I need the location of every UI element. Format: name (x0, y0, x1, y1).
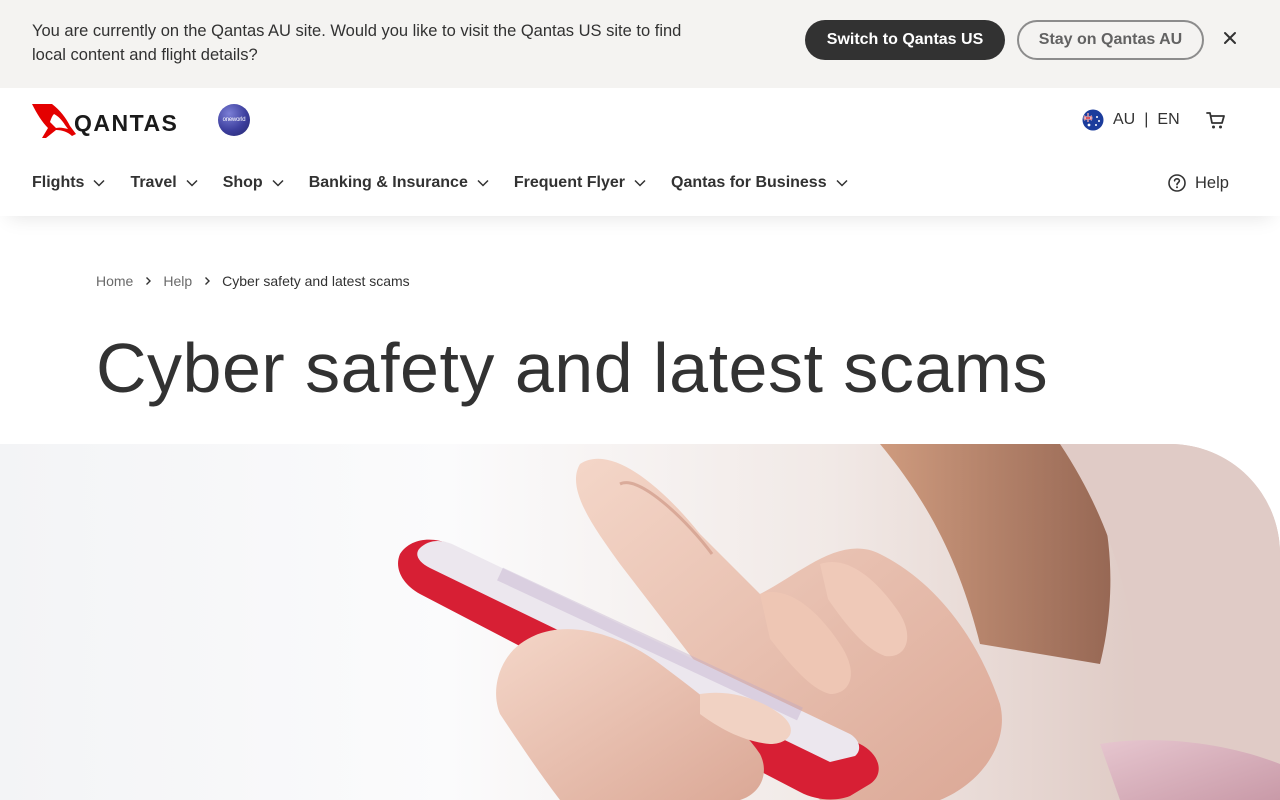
cart-icon[interactable] (1205, 109, 1227, 131)
nav-item-banking-insurance[interactable]: Banking & Insurance (309, 171, 490, 195)
nav-item-shop[interactable]: Shop (223, 171, 285, 195)
region-banner: You are currently on the Qantas AU site.… (0, 0, 1280, 88)
stay-site-button[interactable]: Stay on Qantas AU (1017, 20, 1204, 60)
breadcrumb: Home Help Cyber safety and latest scams (96, 272, 410, 290)
site-header: QANTAS oneworld AU | EN Flights Travel S… (0, 88, 1280, 216)
chevron-right-icon (143, 276, 153, 286)
nav-item-qantas-for-business[interactable]: Qantas for Business (671, 171, 849, 195)
australia-flag-icon (1082, 109, 1104, 131)
nav-label: Qantas for Business (671, 174, 827, 191)
switch-site-button[interactable]: Switch to Qantas US (805, 20, 1005, 60)
locale-separator: | (1144, 111, 1149, 128)
nav-item-flights[interactable]: Flights (32, 171, 106, 195)
breadcrumb-home[interactable]: Home (96, 273, 133, 289)
locale-country: AU (1113, 111, 1136, 128)
nav-item-travel[interactable]: Travel (130, 171, 198, 195)
nav-label: Flights (32, 174, 85, 191)
chevron-right-icon (202, 276, 212, 286)
chevron-down-icon (186, 179, 198, 187)
nav-label: Banking & Insurance (308, 174, 468, 191)
locale-language: EN (1157, 111, 1180, 128)
nav-label: Frequent Flyer (513, 174, 625, 191)
qantas-logo[interactable]: QANTAS (32, 104, 196, 138)
breadcrumb-current: Cyber safety and latest scams (222, 273, 410, 289)
hero-image (0, 444, 1280, 800)
chevron-down-icon (93, 179, 105, 187)
breadcrumb-help[interactable]: Help (163, 273, 192, 289)
help-link[interactable]: Help (1167, 171, 1229, 195)
close-icon[interactable] (1218, 26, 1242, 50)
help-label: Help (1195, 173, 1229, 192)
oneworld-logo: oneworld (218, 104, 250, 136)
page-title: Cyber safety and latest scams (96, 329, 1049, 407)
help-circle-icon (1168, 174, 1186, 192)
chevron-down-icon (634, 179, 646, 187)
chevron-down-icon (272, 179, 284, 187)
locale-selector[interactable]: AU | EN (1082, 108, 1180, 132)
banner-message: You are currently on the Qantas AU site.… (32, 22, 682, 64)
main-nav: Flights Travel Shop Banking & Insurance … (32, 171, 873, 195)
nav-label: Shop (222, 174, 263, 191)
nav-label: Travel (130, 174, 177, 191)
chevron-down-icon (836, 179, 848, 187)
chevron-down-icon (477, 179, 489, 187)
nav-item-frequent-flyer[interactable]: Frequent Flyer (514, 171, 647, 195)
svg-text:QANTAS: QANTAS (74, 110, 178, 136)
